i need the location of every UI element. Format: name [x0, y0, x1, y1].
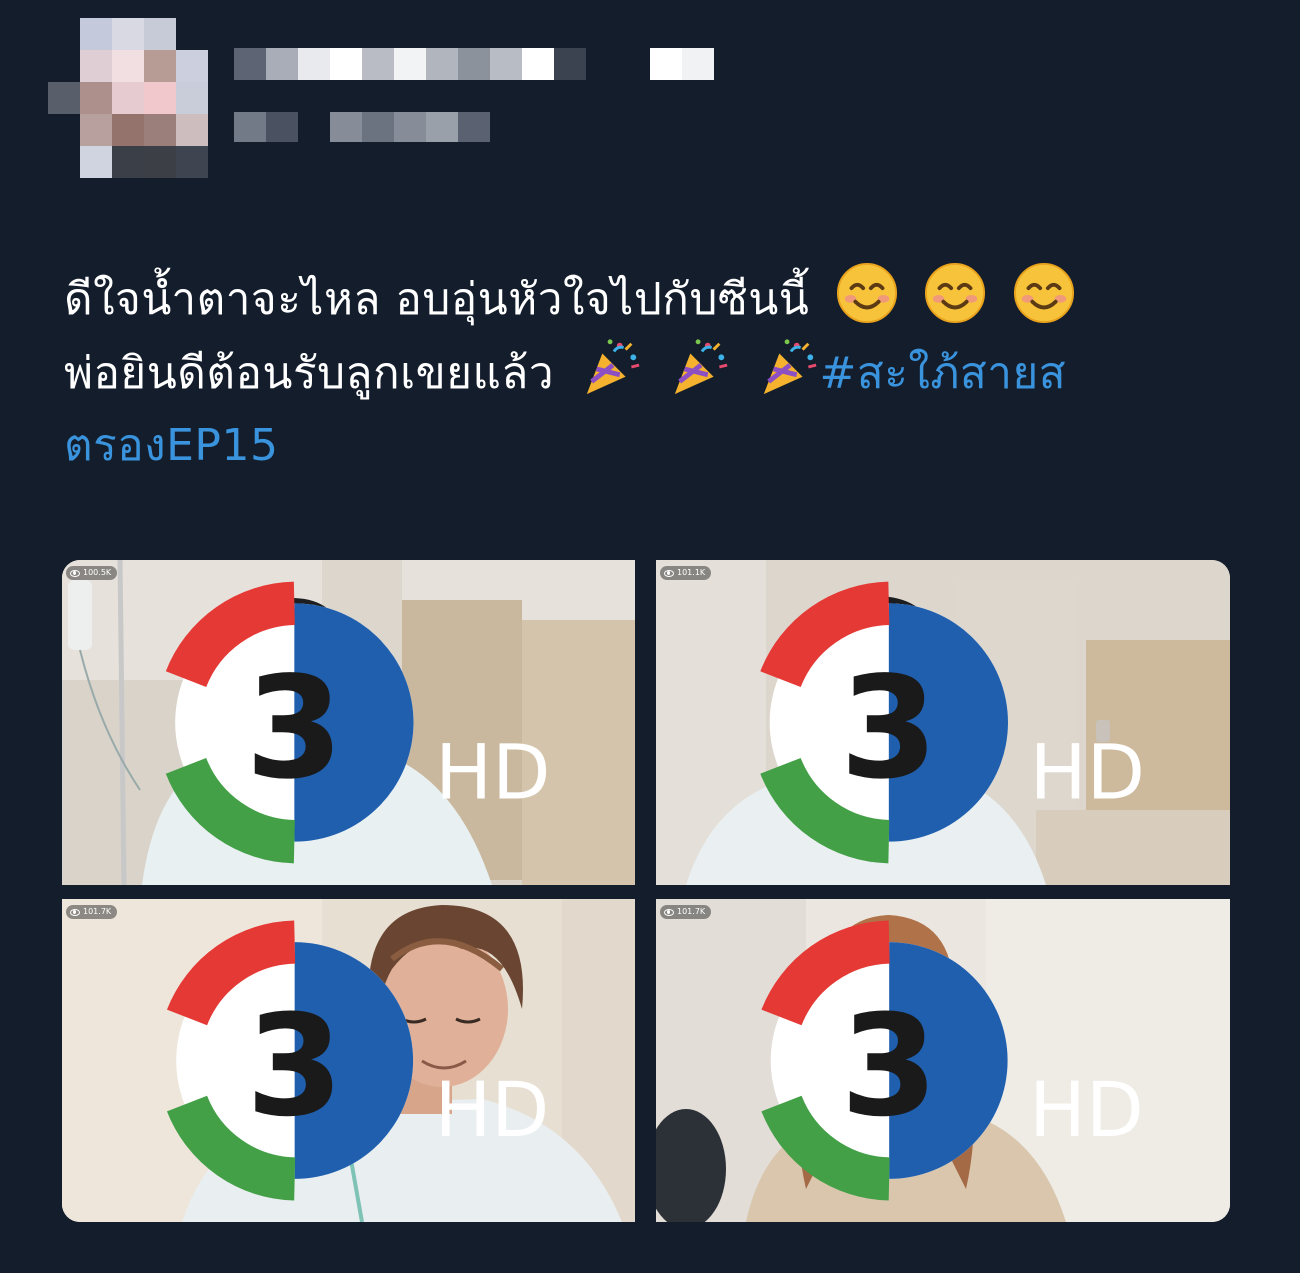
svg-text:3: 3 [840, 985, 937, 1148]
party-popper-emoji [763, 339, 817, 395]
svg-text:HD: HD [435, 1066, 550, 1154]
party-popper-emoji [674, 339, 728, 395]
svg-text:HD: HD [435, 728, 550, 816]
smiling-face-emoji [925, 262, 986, 324]
tweet-image-2[interactable]: 101.1K 3 HD [656, 560, 1230, 885]
svg-text:HD: HD [1029, 1066, 1144, 1154]
channel-3-logo: 3 HD [165, 581, 551, 864]
username-handle-blurred[interactable] [234, 112, 522, 142]
media-grid: 100.5K 3 HD 101.1K 3 HD 101.7K 3 HD 101.… [62, 560, 1230, 1222]
tweet-image-4[interactable]: 101.7K 3 HD [656, 899, 1230, 1222]
tweet-text: ดีใจน้ำตาจะไหล อบอุ่นหัวใจไปกับซีนนี้ พ่… [64, 262, 1244, 482]
channel-3-logo: 3 HD [760, 581, 1145, 864]
party-popper-emoji [586, 339, 640, 395]
svg-text:3: 3 [840, 647, 938, 811]
svg-text:3: 3 [246, 985, 343, 1148]
tweet-line-2: พ่อยินดีต้อนรับลูกเขยแล้ว #สะใภ้สายส [64, 336, 1244, 410]
svg-text:HD: HD [1030, 728, 1145, 816]
tweet-image-3[interactable]: 101.7K 3 HD [62, 899, 635, 1222]
svg-text:3: 3 [245, 647, 343, 811]
avatar[interactable] [48, 18, 208, 178]
channel-3-logo: 3 HD [166, 920, 550, 1201]
smiling-face-emoji [836, 262, 897, 324]
display-name-blurred[interactable] [234, 48, 714, 80]
tweet-line-3: ตรองEP15 [64, 410, 1244, 482]
hashtag-link-continued[interactable]: ตรองEP15 [64, 420, 278, 471]
tweet-image-1[interactable]: 100.5K 3 HD [62, 560, 635, 885]
channel-3-logo: 3 HD [761, 920, 1144, 1201]
tweet-line-1: ดีใจน้ำตาจะไหล อบอุ่นหัวใจไปกับซีนนี้ [64, 262, 1244, 336]
hashtag-link[interactable]: #สะใภ้สายส [820, 348, 1067, 399]
smiling-face-emoji [1013, 262, 1074, 324]
